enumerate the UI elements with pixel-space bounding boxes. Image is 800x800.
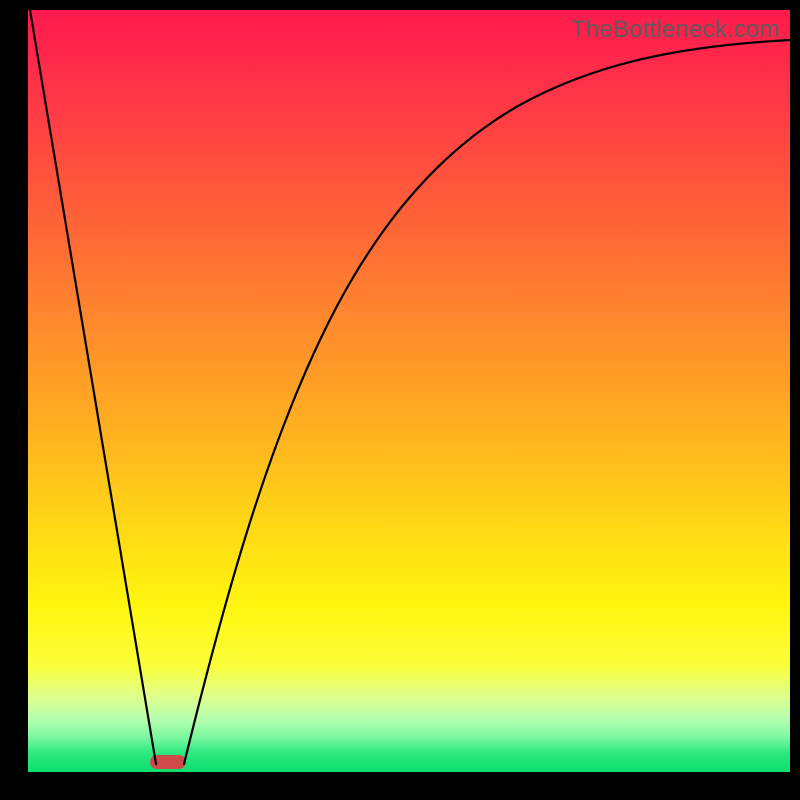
watermark-text: TheBottleneck.com: [571, 16, 780, 44]
chart-frame: TheBottleneck.com: [0, 0, 800, 800]
curve-right-leg: [184, 40, 790, 764]
curve-left-leg: [30, 10, 156, 764]
curve-layer: [28, 10, 790, 772]
plot-area: TheBottleneck.com: [28, 10, 790, 772]
